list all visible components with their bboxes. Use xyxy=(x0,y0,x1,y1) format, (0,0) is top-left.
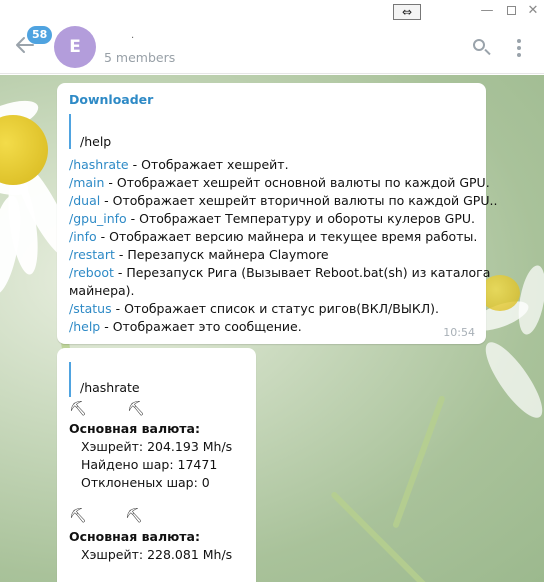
currency-heading: Основная валюта: xyxy=(69,421,200,436)
shares-rejected: Отклоненых шар: 0 xyxy=(81,475,210,490)
message-bubble[interactable]: /hashrate ⛏ ⛏ Основная валюта: Хэшрейт: … xyxy=(57,348,256,582)
window-titlebar: ⇔ — ✕ xyxy=(0,0,544,22)
help-line: /main - Отображает хешрейт основной валю… xyxy=(69,175,490,190)
command-link[interactable]: /help xyxy=(69,319,100,334)
reply-bar xyxy=(69,362,71,397)
members-count: 5 members xyxy=(104,50,176,65)
help-line: майнера). xyxy=(69,283,135,298)
command-link[interactable]: /main xyxy=(69,175,104,190)
help-line: /help - Отображает это сообщение. xyxy=(69,319,302,334)
command-link[interactable]: /gpu_info xyxy=(69,211,127,226)
message-bubble[interactable]: Downloader /help /hashrate - Отображает … xyxy=(57,83,497,344)
help-line: /hashrate - Отображает хешрейт. xyxy=(69,157,289,172)
help-line: /reboot - Перезапуск Рига (Вызывает Rebo… xyxy=(69,265,491,280)
command-link[interactable]: /restart xyxy=(69,247,115,262)
unread-count-badge: 58 xyxy=(27,26,53,44)
command-link[interactable]: /hashrate xyxy=(69,157,129,172)
help-line: /restart - Перезапуск майнера Claymore xyxy=(69,247,329,262)
pickaxe-icon: ⛏ xyxy=(127,401,145,417)
help-line: /dual - Отображает хешрейт вторичной вал… xyxy=(69,193,498,208)
command-link[interactable]: /info xyxy=(69,229,97,244)
maximize-button[interactable] xyxy=(502,2,520,20)
message-time: 10:54 xyxy=(443,326,475,339)
pickaxe-icon: ⛏ xyxy=(69,508,87,524)
chat-header: 58 E . 5 members xyxy=(0,22,544,74)
minimize-button[interactable]: — xyxy=(478,2,496,20)
command-link[interactable]: /reboot xyxy=(69,265,114,280)
hashrate-value: Хэшрейт: 204.193 Mh/s xyxy=(81,439,233,454)
hashrate-value: Хэшрейт: 228.081 Mh/s xyxy=(81,547,233,562)
maximize-icon xyxy=(506,6,516,15)
command-link[interactable]: /status xyxy=(69,301,112,316)
pickaxe-icon: ⛏ xyxy=(69,401,87,417)
currency-heading: Основная валюта: xyxy=(69,529,200,544)
help-line: /gpu_info - Отображает Температуру и обо… xyxy=(69,211,476,226)
help-line: /status - Отображает список и статус риг… xyxy=(69,301,439,316)
more-menu-icon[interactable] xyxy=(513,39,525,59)
chat-avatar[interactable]: E xyxy=(54,26,96,68)
chat-title[interactable]: . xyxy=(131,30,134,41)
search-icon[interactable] xyxy=(472,38,492,58)
reply-bar xyxy=(69,114,71,149)
pickaxe-icon: ⛏ xyxy=(125,508,143,524)
sender-name[interactable]: Downloader xyxy=(69,92,153,107)
command-link[interactable]: /dual xyxy=(69,193,100,208)
resize-cursor-icon: ⇔ xyxy=(393,4,421,20)
close-button[interactable]: ✕ xyxy=(524,2,542,20)
shares-found: Найдено шар: 17471 xyxy=(81,457,218,472)
reply-quote[interactable]: /help xyxy=(80,134,111,149)
help-line: /info - Отображает версию майнера и теку… xyxy=(69,229,478,244)
reply-quote[interactable]: /hashrate xyxy=(80,380,140,395)
